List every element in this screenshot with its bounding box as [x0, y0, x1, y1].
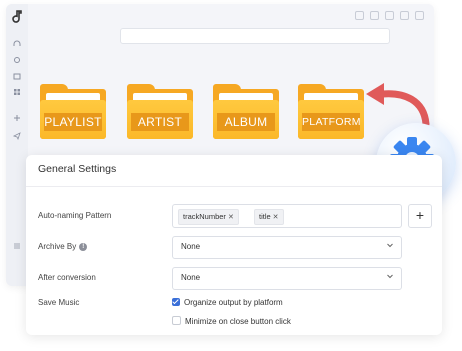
minimize-checkbox[interactable] [172, 316, 181, 326]
folder-artist: ARTIST [127, 84, 193, 139]
organize-by-platform-option[interactable]: Organize output by platform [172, 297, 283, 307]
minimize-on-close-option[interactable]: Minimize on close button click [172, 316, 291, 326]
grid-nav-icon [13, 88, 21, 96]
menu-nav-icon [13, 242, 21, 250]
add-pattern-button[interactable]: + [408, 204, 432, 228]
folder-label: ALBUM [217, 113, 275, 131]
chevron-down-icon [387, 274, 393, 279]
auto-naming-pattern-input[interactable]: trackNumber ✕ title ✕ [172, 204, 402, 228]
minimize-label: Minimize on close button click [185, 317, 291, 326]
auto-naming-label: Auto-naming Pattern [38, 211, 112, 220]
tag-label: title [259, 212, 271, 221]
after-conversion-label: After conversion [38, 273, 96, 282]
app-logo-icon [11, 10, 23, 24]
after-conversion-value: None [181, 273, 201, 282]
panel-title: General Settings [38, 163, 117, 175]
archive-by-label: Archive By! [38, 242, 88, 251]
archive-by-value: None [181, 242, 201, 251]
folder-playlist: PLAYLIST [40, 84, 106, 139]
tag-label: trackNumber [183, 212, 226, 221]
remove-tag-icon[interactable]: ✕ [228, 214, 234, 221]
window-controls [355, 11, 424, 20]
archive-by-text: Archive By [38, 242, 77, 251]
background-language-select [120, 28, 390, 44]
divider [26, 186, 442, 187]
save-music-label: Save Music [38, 298, 80, 307]
folder-label: PLATFORM [302, 113, 360, 131]
info-icon[interactable]: ! [79, 242, 88, 251]
folder-label: ARTIST [131, 113, 189, 131]
remove-tag-icon[interactable]: ✕ [273, 214, 279, 221]
tag-tracknumber: trackNumber ✕ [178, 209, 239, 225]
folder-platform: PLATFORM [298, 84, 364, 139]
chevron-down-icon [387, 243, 393, 248]
folder-album: ALBUM [213, 84, 279, 139]
organize-checkbox[interactable] [172, 297, 180, 306]
tag-title: title ✕ [254, 209, 284, 225]
settings-nav-icon [13, 56, 21, 64]
folder-label: PLAYLIST [44, 113, 102, 131]
general-settings-panel: General Settings Auto-naming Pattern tra… [26, 155, 442, 335]
send-nav-icon [12, 132, 21, 141]
headphones-icon [13, 40, 21, 48]
folder-nav-icon [13, 72, 21, 80]
organize-label: Organize output by platform [184, 298, 283, 307]
after-conversion-select[interactable]: None [172, 267, 402, 290]
archive-by-select[interactable]: None [172, 236, 402, 259]
add-nav-icon [13, 114, 21, 122]
background-sidebar [6, 4, 28, 286]
